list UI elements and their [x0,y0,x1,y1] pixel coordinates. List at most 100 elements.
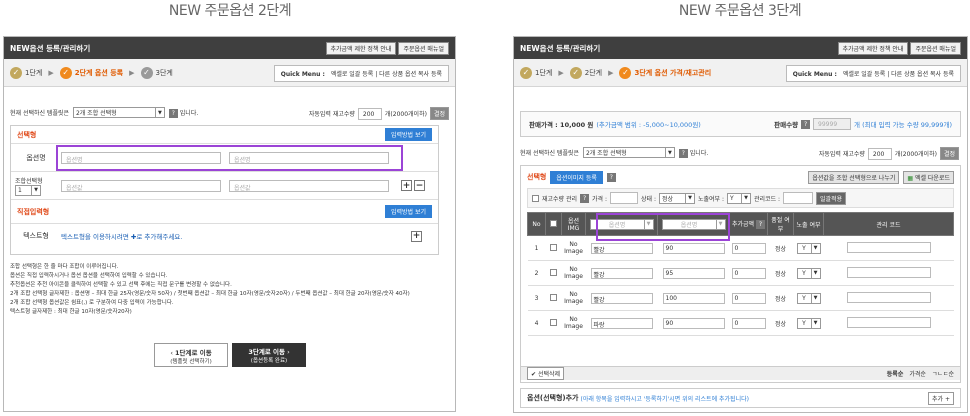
row-opt2-cell: 95 [657,260,730,286]
prev-step-button[interactable]: ‹ 1단계로 이동 (템플릿 선택하기) [154,343,228,367]
row-add-cell: 0 [729,310,768,336]
highlight-box [56,145,403,171]
add-row-plus-icon[interactable]: + [401,180,412,191]
quick-menu-label: Quick Menu : [280,71,325,78]
check-icon: ✓ [10,66,22,79]
template-select[interactable]: 2개 조합 선택형 ▼ [72,107,165,118]
row-image: No Image [561,260,586,286]
row-add-price-input[interactable]: 0 [731,292,766,304]
option-image-button[interactable]: 옵션이미지 등록 [550,170,603,184]
template-select[interactable]: 2개 조합 선택형 ▼ [582,147,675,158]
row-code-input[interactable] [846,291,931,303]
check-icon: ✓ [520,66,532,79]
chevron-down-icon: ▼ [664,148,674,157]
manual-button[interactable]: 주문옵션 매뉴얼 [398,41,449,55]
excel-download-button[interactable]: ▦ 엑셀 다운로드 [903,170,954,184]
auto-stock-row: 자동입력 재고수량 200 개(2000개이하) 결정 [309,107,449,120]
bulk-price-input[interactable] [610,192,639,204]
sort-by-name[interactable]: ㄱㄴㄷ순 [932,369,954,378]
row-checkbox[interactable] [550,268,557,276]
select-help-button[interactable]: 입력방법 보기 [384,128,432,141]
combine-button[interactable]: 옵션값을 조합 선택형으로 나누기 [808,170,900,184]
auto-stock-input[interactable]: 200 [867,147,892,160]
manual-button[interactable]: 주문옵션 매뉴얼 [910,41,961,55]
add-text-plus-icon[interactable]: + [411,230,422,242]
help-icon[interactable]: ? [801,119,811,129]
qty-input[interactable]: 99999 [813,118,852,130]
bulk-state-select[interactable]: 정상 ▼ [659,192,695,204]
chevron-right-icon: › [287,348,290,356]
row-opt1-input[interactable]: 빨강 [590,292,653,304]
combo-count-select[interactable]: 1 ▼ [15,184,41,196]
quick-excel-link[interactable]: 엑셀로 일괄 등록 [331,71,373,78]
row-opt2-input[interactable]: 90 [662,242,725,254]
direct-help-button[interactable]: 입력방법 보기 [384,205,432,218]
row-state: 정상 [767,285,794,311]
row-code-input[interactable] [846,316,931,328]
help-icon[interactable]: ? [606,172,616,182]
policy-button[interactable]: 추가금액 제한 정책 안내 [837,41,909,55]
quick-copy-link[interactable]: 다른 상품 옵션 복사 등록 [891,71,954,78]
sort-by-registered[interactable]: 등록순 [887,369,904,378]
next-step-button[interactable]: 3단계로 이동 › (옵션등록 완료) [232,343,306,367]
auto-stock-apply-button[interactable]: 결정 [939,147,959,160]
row-expose-select[interactable]: Y ▼ [796,242,821,254]
row-opt1-input[interactable]: 빨강 [590,267,653,279]
select-all-checkbox[interactable] [550,219,557,227]
sort-by-price[interactable]: 가격순 [909,369,926,378]
row-opt1-input[interactable]: 빨강 [590,242,653,254]
bulk-apply-button[interactable]: 일괄적용 [816,191,847,205]
quick-copy-link[interactable]: 다른 상품 옵션 복사 등록 [379,71,442,78]
row-opt1-cell: 빨강 [585,260,658,286]
row-expose-select[interactable]: Y ▼ [796,292,821,304]
row-checkbox[interactable] [550,318,557,326]
col-check [545,212,562,236]
row-expose-select[interactable]: Y ▼ [796,267,821,279]
row-opt2-input[interactable]: 90 [662,317,725,329]
remove-row-minus-icon[interactable]: − [414,180,425,191]
table-row: 1 No Image 빨강 90 0 정상 Y ▼ [527,235,954,261]
add-option-bar: 옵션(선택형)추가 (아래 항목을 입력하시고 '등록하기'시면 위의 리스트에… [520,388,961,408]
row-opt2-input[interactable]: 100 [662,292,725,304]
help-icon[interactable]: ? [580,193,590,203]
auto-stock-apply-button[interactable]: 결정 [429,107,449,120]
row-checkbox[interactable] [550,243,557,251]
step-indicator: ✓ 1단계 ▶ ✓ 2단계 옵션 등록 ▶ ✓ 3단계 Quick Menu : 엑셀… [4,59,455,87]
row-opt2-input[interactable]: 95 [662,267,725,279]
qty-label: 판매수량 [774,121,799,129]
combo-count-value: 1 [18,186,22,194]
stock-manage-checkbox[interactable] [532,194,539,202]
table-row: 4 No Image 파랑 90 0 정상 Y ▼ [527,310,954,336]
template-prefix: 현재 선택하신 템플릿은 [10,110,70,117]
row-no: 3 [527,285,546,311]
text-type-label: 텍스트형 [23,232,49,240]
row-checkbox[interactable] [550,293,557,301]
auto-stock-input[interactable]: 200 [357,107,382,120]
combo-count-label: 조합선택형 [15,177,43,185]
row-add-price-input[interactable]: 0 [731,242,766,254]
row-opt1-input[interactable]: 파랑 [590,317,653,329]
step-2-label: 2단계 [584,68,603,77]
template-suffix: 입니다. [179,110,199,117]
policy-button[interactable]: 추가금액 제한 정책 안내 [325,41,397,55]
row-code-input[interactable] [846,266,931,278]
quick-excel-link[interactable]: 엑셀로 일괄 등록 [843,71,885,78]
row-state: 정상 [767,310,794,336]
bulk-expose-select[interactable]: Y ▼ [727,192,752,204]
row-add-price-input[interactable]: 0 [731,267,766,279]
row-expose-select[interactable]: Y ▼ [796,317,821,329]
option-value-2-input[interactable]: 옵션값 [229,179,389,192]
help-icon[interactable]: ? [756,220,765,229]
row-expose-value: Y [802,319,806,327]
row-add-price-input[interactable]: 0 [731,317,766,329]
delete-selected-button[interactable]: ✔ 선택삭제 [527,367,565,380]
check-icon: ✔ [531,371,537,378]
row-expose-cell: Y ▼ [793,260,824,286]
help-icon[interactable]: ? [168,109,178,118]
option-value-1-input[interactable]: 옵션값 [61,179,221,192]
bulk-code-input[interactable] [783,192,814,204]
help-icon[interactable]: ? [678,149,688,158]
table-row: 3 No Image 빨강 100 0 정상 Y ▼ [527,285,954,311]
add-option-button[interactable]: 추가 + [928,391,954,405]
row-code-input[interactable] [846,241,931,253]
